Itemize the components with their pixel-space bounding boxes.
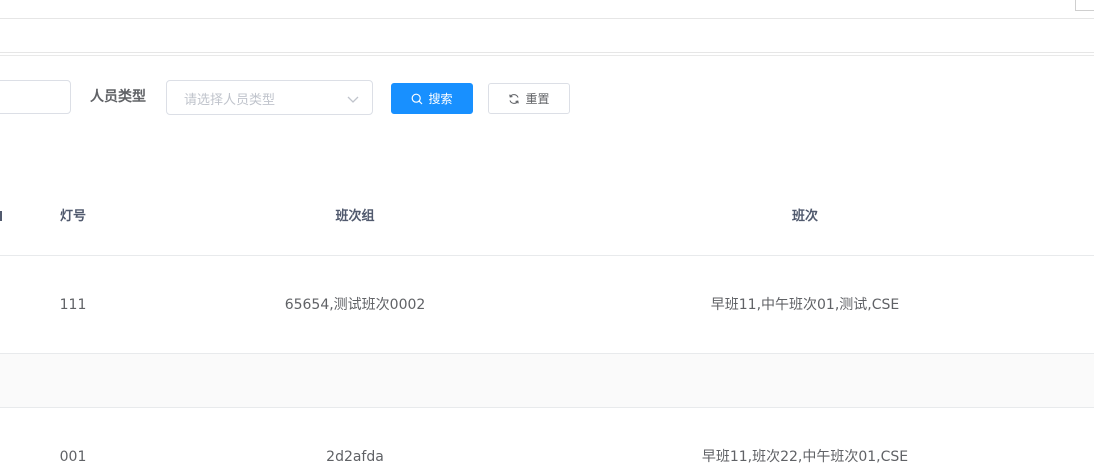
reset-button-label: 重置 [525,92,550,106]
table-row[interactable] [0,256,1094,353]
row-1-light-no: 111 [59,297,87,313]
table-header-shift: 班次 [791,209,819,224]
search-button[interactable]: 搜索 [391,83,473,114]
row-spacer [0,354,1094,407]
table-row[interactable] [0,408,1094,462]
table-header-cut-column [0,209,4,228]
person-type-placeholder: 请选择人员类型 [184,93,276,108]
row-1-shift-group: 65654,测试班次0002 [284,297,426,313]
tags-view-bar [0,19,1094,53]
row-2-light-no: 001 [59,449,87,465]
row-2-shift-group: 2d2afda [326,449,384,465]
refresh-icon [509,93,520,104]
person-type-label: 人员类型 [90,89,146,105]
chevron-down-icon [347,96,359,103]
row-1-shift: 早班11,中午班次01,测试,CSE [710,297,900,313]
reset-button[interactable]: 重置 [488,83,570,114]
person-type-select[interactable]: 请选择人员类型 [166,80,373,115]
row-2-shift: 早班11,班次22,中午班次01,CSE [701,449,909,465]
search-button-label: 搜索 [428,92,453,106]
top-navbar [0,0,1094,19]
content-divider [0,55,1094,56]
table-header-shift-group: 班次组 [335,209,375,224]
table-header-light-no: 灯号 [59,209,87,224]
search-icon [412,93,423,104]
previous-filter-input[interactable] [0,80,71,114]
navbar-corner-box [1075,0,1094,11]
